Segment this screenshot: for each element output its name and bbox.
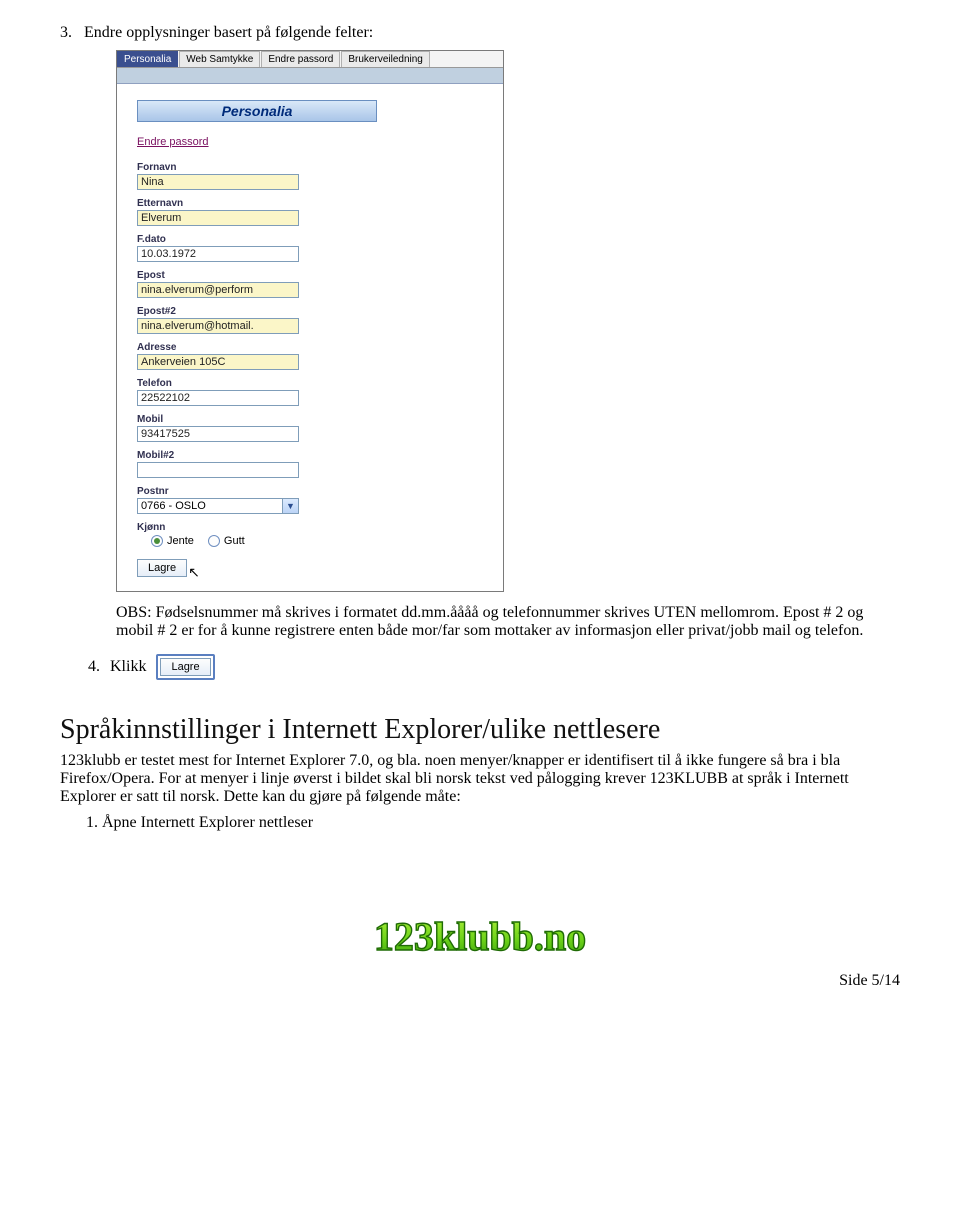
radio-jente[interactable]: Jente [151, 535, 194, 547]
label-kjonn: Kjønn [137, 522, 503, 533]
input-mobil[interactable] [137, 426, 299, 442]
step3-num: 3. [60, 24, 72, 42]
input-etternavn[interactable] [137, 210, 299, 226]
label-postnr: Postnr [137, 486, 503, 497]
label-fdato: F.dato [137, 234, 503, 245]
label-telefon: Telefon [137, 378, 503, 389]
label-mobil2: Mobil#2 [137, 450, 503, 461]
step4-button-frame: Lagre [156, 654, 214, 680]
chevron-down-icon: ▼ [282, 499, 298, 513]
input-adresse[interactable] [137, 354, 299, 370]
label-epost2: Epost#2 [137, 306, 503, 317]
label-fornavn: Fornavn [137, 162, 503, 173]
save-button-inline[interactable]: Lagre [160, 658, 210, 676]
page-number: Side 5/14 [60, 972, 900, 990]
radio-gutt[interactable]: Gutt [208, 535, 245, 547]
steps-list: Åpne Internett Explorer nettleser [80, 814, 900, 832]
tab-brukerveiledning[interactable]: Brukerveiledning [341, 51, 430, 67]
section-heading: Språkinnstillinger i Internett Explorer/… [60, 714, 900, 746]
step4-num: 4. [88, 658, 100, 676]
select-postnr-value: 0766 - OSLO [138, 499, 282, 513]
step4-text: Klikk [110, 658, 146, 676]
label-mobil: Mobil [137, 414, 503, 425]
tab-endre-passord[interactable]: Endre passord [261, 51, 340, 67]
banner-personalia: Personalia [137, 100, 377, 122]
input-epost2[interactable] [137, 318, 299, 334]
tab-web-samtykke[interactable]: Web Samtykke [179, 51, 260, 67]
label-etternavn: Etternavn [137, 198, 503, 209]
label-epost: Epost [137, 270, 503, 281]
radio-jente-label: Jente [167, 535, 194, 547]
input-fdato[interactable] [137, 246, 299, 262]
radio-kjonn: Jente Gutt [151, 535, 503, 547]
radio-dot-icon [208, 535, 220, 547]
tabs-row: Personalia Web Samtykke Endre passord Br… [117, 51, 503, 68]
input-mobil2[interactable] [137, 462, 299, 478]
link-endre-passord[interactable]: Endre passord [137, 136, 209, 148]
step3-text: Endre opplysninger basert på følgende fe… [84, 24, 900, 42]
logo-text: 123klubb.no [374, 914, 586, 959]
radio-gutt-label: Gutt [224, 535, 245, 547]
step4: 4. Klikk Lagre [88, 654, 900, 680]
cursor-icon: ↖ [188, 565, 200, 579]
input-epost[interactable] [137, 282, 299, 298]
section-paragraph: 123klubb er testet mest for Internet Exp… [60, 752, 890, 806]
content-strip [117, 68, 503, 84]
save-button[interactable]: Lagre [137, 559, 187, 577]
input-fornavn[interactable] [137, 174, 299, 190]
input-telefon[interactable] [137, 390, 299, 406]
logo-123klubb: 123klubb.no [60, 906, 900, 966]
list-item: Åpne Internett Explorer nettleser [102, 814, 900, 832]
radio-dot-icon [151, 535, 163, 547]
personalia-form: Personalia Web Samtykke Endre passord Br… [116, 50, 504, 592]
select-postnr[interactable]: 0766 - OSLO ▼ [137, 498, 299, 514]
label-adresse: Adresse [137, 342, 503, 353]
step3-heading: 3. Endre opplysninger basert på følgende… [60, 24, 900, 42]
obs-note: OBS: Fødselsnummer må skrives i formatet… [116, 604, 876, 640]
tab-personalia[interactable]: Personalia [117, 51, 178, 67]
